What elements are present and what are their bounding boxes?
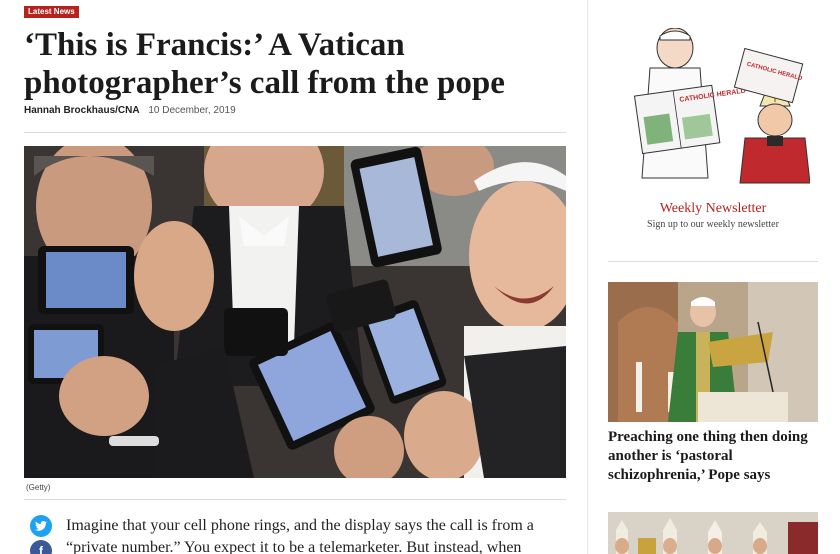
byline: Hannah Brockhaus/CNA 10 December, 2019 xyxy=(24,105,236,116)
column-divider xyxy=(587,0,588,554)
related-story-title[interactable]: Preaching one thing then doing another i… xyxy=(608,428,818,485)
hero-photo-illustration xyxy=(24,146,566,478)
publish-date: 10 December, 2019 xyxy=(148,105,236,116)
related-story-image[interactable] xyxy=(608,282,818,422)
pope-preaching-photo xyxy=(608,282,818,422)
sidebar: CATHOLIC HERALD CATHOLIC HERALD Weekly N… xyxy=(608,0,818,554)
latest-news-badge[interactable]: Latest News xyxy=(24,6,79,18)
image-credit: (Getty) xyxy=(26,483,51,492)
article-body-intro: Imagine that your cell phone rings, and … xyxy=(66,517,534,554)
twitter-icon xyxy=(35,521,47,531)
newsletter-cartoon[interactable]: CATHOLIC HERALD CATHOLIC HERALD xyxy=(620,27,811,188)
related-story-image-2[interactable] xyxy=(608,512,818,554)
article-headline: ‘This is Francis:’ A Vatican photographe… xyxy=(24,27,505,101)
article-main: Latest News ‘This is Francis:’ A Vatican… xyxy=(0,0,590,554)
twitter-share-button[interactable] xyxy=(30,515,52,537)
divider xyxy=(24,132,566,133)
newsletter-subtitle: Sign up to our weekly newsletter xyxy=(647,219,779,230)
hero-photo xyxy=(24,146,566,478)
newsletter-title[interactable]: Weekly Newsletter xyxy=(608,201,818,217)
facebook-share-button[interactable]: f xyxy=(30,540,52,554)
author-name[interactable]: Hannah Brockhaus/CNA xyxy=(24,105,140,116)
divider xyxy=(608,261,818,262)
pope-cartoon-illustration: CATHOLIC HERALD CATHOLIC HERALD xyxy=(633,27,811,184)
divider xyxy=(24,499,566,500)
facebook-icon: f xyxy=(39,544,43,554)
clergy-procession-photo xyxy=(608,512,818,554)
